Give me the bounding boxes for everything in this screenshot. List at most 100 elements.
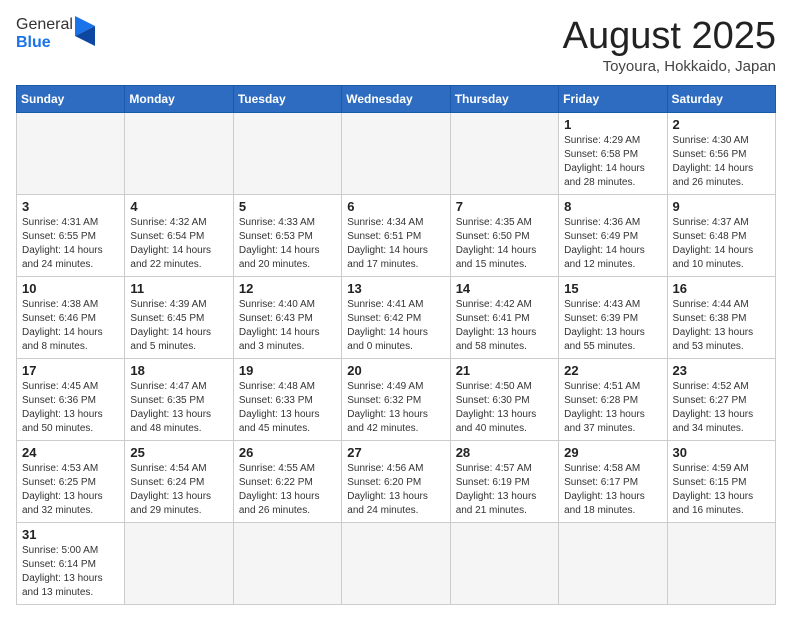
day-number: 3	[22, 199, 119, 214]
calendar-cell: 21 Sunrise: 4:50 AM Sunset: 6:30 PM Dayli…	[450, 358, 558, 440]
day-info: Sunrise: 4:44 AM Sunset: 6:38 PM Dayligh…	[673, 298, 770, 354]
day-info: Sunrise: 4:35 AM Sunset: 6:50 PM Dayligh…	[456, 216, 553, 272]
day-number: 24	[22, 445, 119, 460]
calendar-cell: 23 Sunrise: 4:52 AM Sunset: 6:27 PM Dayli…	[667, 358, 775, 440]
logo: GeneralBlue	[16, 16, 95, 53]
calendar-header-saturday: Saturday	[667, 85, 775, 112]
calendar-cell: 6Sunrise: 4:34 AM Sunset: 6:51 PM Daylig…	[342, 194, 450, 276]
calendar-cell	[125, 522, 233, 604]
day-number: 27	[347, 445, 444, 460]
day-number: 31	[22, 527, 119, 542]
day-info: Sunrise: 4:59 AM Sunset: 6:15 PM Dayligh…	[673, 462, 770, 518]
header: GeneralBlue August 2025 Toyoura, Hokkaid…	[16, 16, 776, 75]
location-title: Toyoura, Hokkaido, Japan	[563, 58, 776, 75]
calendar-header-sunday: Sunday	[17, 85, 125, 112]
calendar-header-row: SundayMondayTuesdayWednesdayThursdayFrid…	[17, 85, 776, 112]
day-number: 20	[347, 363, 444, 378]
day-info: Sunrise: 4:57 AM Sunset: 6:19 PM Dayligh…	[456, 462, 553, 518]
calendar-cell	[342, 522, 450, 604]
day-info: Sunrise: 4:31 AM Sunset: 6:55 PM Dayligh…	[22, 216, 119, 272]
day-info: Sunrise: 4:32 AM Sunset: 6:54 PM Dayligh…	[130, 216, 227, 272]
day-info: Sunrise: 4:42 AM Sunset: 6:41 PM Dayligh…	[456, 298, 553, 354]
day-number: 4	[130, 199, 227, 214]
calendar-cell: 14Sunrise: 4:42 AM Sunset: 6:41 PM Dayli…	[450, 276, 558, 358]
calendar-cell: 20 Sunrise: 4:49 AM Sunset: 6:32 PM Dayli…	[342, 358, 450, 440]
day-number: 6	[347, 199, 444, 214]
day-number: 12	[239, 281, 336, 296]
calendar-cell: 31 Sunrise: 5:00 AM Sunset: 6:14 PM Dayli…	[17, 522, 125, 604]
day-number: 7	[456, 199, 553, 214]
day-number: 8	[564, 199, 661, 214]
day-number: 25	[130, 445, 227, 460]
day-number: 13	[347, 281, 444, 296]
calendar-header-wednesday: Wednesday	[342, 85, 450, 112]
day-number: 22	[564, 363, 661, 378]
calendar-week-row: 24Sunrise: 4:53 AM Sunset: 6:25 PM Dayli…	[17, 440, 776, 522]
day-info: Sunrise: 4:50 AM Sunset: 6:30 PM Dayligh…	[456, 380, 553, 436]
calendar-cell: 16 Sunrise: 4:44 AM Sunset: 6:38 PM Dayli…	[667, 276, 775, 358]
day-number: 29	[564, 445, 661, 460]
day-number: 2	[673, 117, 770, 132]
day-info: Sunrise: 4:40 AM Sunset: 6:43 PM Dayligh…	[239, 298, 336, 354]
calendar-cell	[450, 112, 558, 194]
calendar-header-thursday: Thursday	[450, 85, 558, 112]
calendar-cell: 28 Sunrise: 4:57 AM Sunset: 6:19 PM Dayli…	[450, 440, 558, 522]
day-info: Sunrise: 4:37 AM Sunset: 6:48 PM Dayligh…	[673, 216, 770, 272]
day-number: 9	[673, 199, 770, 214]
calendar-cell: 24Sunrise: 4:53 AM Sunset: 6:25 PM Dayli…	[17, 440, 125, 522]
day-info: Sunrise: 4:38 AM Sunset: 6:46 PM Dayligh…	[22, 298, 119, 354]
day-number: 1	[564, 117, 661, 132]
day-number: 21	[456, 363, 553, 378]
day-info: Sunrise: 4:51 AM Sunset: 6:28 PM Dayligh…	[564, 380, 661, 436]
calendar-cell: 30Sunrise: 4:59 AM Sunset: 6:15 PM Dayli…	[667, 440, 775, 522]
calendar-cell: 22 Sunrise: 4:51 AM Sunset: 6:28 PM Dayli…	[559, 358, 667, 440]
day-info: Sunrise: 4:55 AM Sunset: 6:22 PM Dayligh…	[239, 462, 336, 518]
calendar-cell	[125, 112, 233, 194]
calendar-cell	[233, 112, 341, 194]
day-info: Sunrise: 4:39 AM Sunset: 6:45 PM Dayligh…	[130, 298, 227, 354]
month-title: August 2025	[563, 16, 776, 58]
day-number: 28	[456, 445, 553, 460]
day-info: Sunrise: 5:00 AM Sunset: 6:14 PM Dayligh…	[22, 544, 119, 600]
day-number: 23	[673, 363, 770, 378]
day-info: Sunrise: 4:45 AM Sunset: 6:36 PM Dayligh…	[22, 380, 119, 436]
calendar-cell: 17Sunrise: 4:45 AM Sunset: 6:36 PM Dayli…	[17, 358, 125, 440]
day-number: 19	[239, 363, 336, 378]
calendar-cell: 5Sunrise: 4:33 AM Sunset: 6:53 PM Daylig…	[233, 194, 341, 276]
calendar-week-row: 10Sunrise: 4:38 AM Sunset: 6:46 PM Dayli…	[17, 276, 776, 358]
calendar-cell: 15Sunrise: 4:43 AM Sunset: 6:39 PM Dayli…	[559, 276, 667, 358]
day-info: Sunrise: 4:36 AM Sunset: 6:49 PM Dayligh…	[564, 216, 661, 272]
calendar-header-tuesday: Tuesday	[233, 85, 341, 112]
day-info: Sunrise: 4:29 AM Sunset: 6:58 PM Dayligh…	[564, 134, 661, 190]
calendar-cell	[667, 522, 775, 604]
calendar-cell: 3 Sunrise: 4:31 AM Sunset: 6:55 PM Daylig…	[17, 194, 125, 276]
day-info: Sunrise: 4:43 AM Sunset: 6:39 PM Dayligh…	[564, 298, 661, 354]
calendar-week-row: 3 Sunrise: 4:31 AM Sunset: 6:55 PM Daylig…	[17, 194, 776, 276]
day-number: 5	[239, 199, 336, 214]
day-info: Sunrise: 4:54 AM Sunset: 6:24 PM Dayligh…	[130, 462, 227, 518]
calendar-cell: 27Sunrise: 4:56 AM Sunset: 6:20 PM Dayli…	[342, 440, 450, 522]
calendar-cell: 25 Sunrise: 4:54 AM Sunset: 6:24 PM Dayli…	[125, 440, 233, 522]
calendar-cell: 2 Sunrise: 4:30 AM Sunset: 6:56 PM Daylig…	[667, 112, 775, 194]
calendar-cell: 9 Sunrise: 4:37 AM Sunset: 6:48 PM Daylig…	[667, 194, 775, 276]
calendar-cell: 11Sunrise: 4:39 AM Sunset: 6:45 PM Dayli…	[125, 276, 233, 358]
calendar-cell: 26 Sunrise: 4:55 AM Sunset: 6:22 PM Dayli…	[233, 440, 341, 522]
calendar-cell: 10Sunrise: 4:38 AM Sunset: 6:46 PM Dayli…	[17, 276, 125, 358]
calendar-cell: 8 Sunrise: 4:36 AM Sunset: 6:49 PM Daylig…	[559, 194, 667, 276]
calendar-cell: 7 Sunrise: 4:35 AM Sunset: 6:50 PM Daylig…	[450, 194, 558, 276]
day-info: Sunrise: 4:30 AM Sunset: 6:56 PM Dayligh…	[673, 134, 770, 190]
logo-general-text: General	[16, 16, 73, 33]
calendar-cell: 1 Sunrise: 4:29 AM Sunset: 6:58 PM Daylig…	[559, 112, 667, 194]
calendar: SundayMondayTuesdayWednesdayThursdayFrid…	[16, 85, 776, 605]
calendar-week-row: 31 Sunrise: 5:00 AM Sunset: 6:14 PM Dayli…	[17, 522, 776, 604]
day-number: 16	[673, 281, 770, 296]
calendar-cell: 19Sunrise: 4:48 AM Sunset: 6:33 PM Dayli…	[233, 358, 341, 440]
calendar-week-row: 17Sunrise: 4:45 AM Sunset: 6:36 PM Dayli…	[17, 358, 776, 440]
calendar-cell	[342, 112, 450, 194]
calendar-cell	[233, 522, 341, 604]
day-number: 26	[239, 445, 336, 460]
calendar-cell: 13Sunrise: 4:41 AM Sunset: 6:42 PM Dayli…	[342, 276, 450, 358]
day-info: Sunrise: 4:52 AM Sunset: 6:27 PM Dayligh…	[673, 380, 770, 436]
day-info: Sunrise: 4:58 AM Sunset: 6:17 PM Dayligh…	[564, 462, 661, 518]
day-info: Sunrise: 4:49 AM Sunset: 6:32 PM Dayligh…	[347, 380, 444, 436]
